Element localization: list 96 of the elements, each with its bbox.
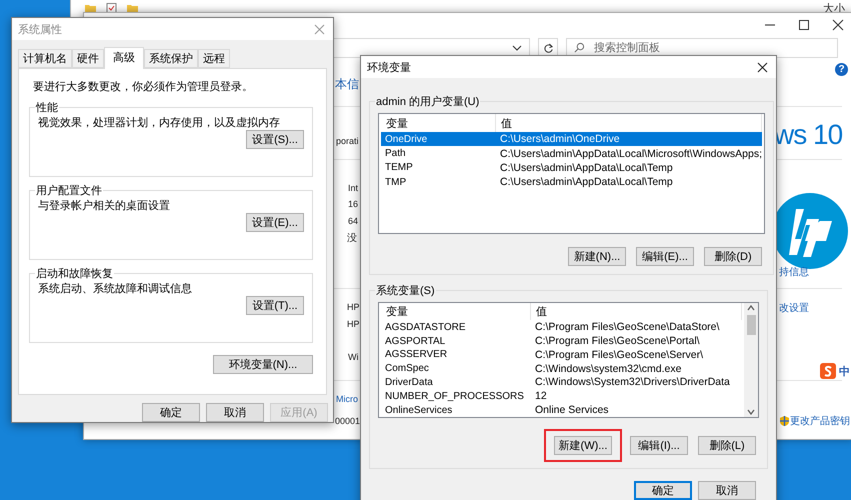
group-title: 性能 [35,101,59,115]
window-title: 系统属性 [18,22,62,36]
variable-value: C:\Windows\System32\Drivers\DriverData [534,376,731,388]
list-action-button[interactable]: 删除(D) [704,247,762,266]
variable-name: DriverData [384,376,434,388]
dialog-button[interactable]: 取消 [698,481,756,500]
list-action-button[interactable]: 编辑(I)... [630,436,688,455]
maximize-icon[interactable] [798,19,810,31]
list-action-button[interactable]: 编辑(E)... [636,247,694,266]
group-title: 系统变量(S) [375,284,436,298]
variable-row[interactable]: TMP C:\Users\admin\AppData\Local\Temp [381,175,762,190]
variable-row[interactable]: ComSpec C:\Windows\system32\cmd.exe [381,362,742,376]
scroll-thumb[interactable] [746,315,756,335]
info-text: 64 [348,216,358,226]
scroll-up-icon[interactable] [747,305,755,311]
group-title: 启动和故障恢复 [35,266,114,281]
refresh-icon [542,42,554,54]
variable-list[interactable] [378,302,759,418]
variable-name: ComSpec [384,363,430,374]
column-header[interactable]: 变量 [381,303,531,320]
notice-text: 要进行大多数更改，你必须作为管理员登录。 [33,80,254,94]
input-mode-label[interactable]: 中 [839,364,850,378]
list-action-button[interactable]: 删除(L) [698,436,756,455]
settings-button[interactable]: 设置(S)... [246,130,304,149]
link[interactable]: 更改产品密钥 [780,414,850,428]
window-title: 环境变量 [367,60,411,74]
tab[interactable]: 硬件 [72,49,104,68]
variable-row[interactable]: DriverData C:\Windows\System32\Drivers\DriverData [381,376,742,390]
variable-row[interactable]: Path C:\Users\admin\AppData\Local\Microsoft\WindowsApps; [381,146,762,161]
dialog-button[interactable]: 确定 [142,403,200,422]
settings-button[interactable]: 设置(E)... [246,213,304,232]
info-text: porati [336,136,359,146]
info-text: 没 [347,232,357,245]
search-icon [574,42,585,53]
checklist-icon[interactable] [106,3,117,14]
info-text: 00001 [335,416,360,426]
variable-value: C:\Windows\system32\cmd.exe [534,362,682,375]
variable-row[interactable]: AGSDATASTORE C:\Program Files\GeoScene\DataStore\ [381,320,742,334]
variable-row[interactable]: AGSSERVER C:\Program Files\GeoScene\Server\ [381,348,742,362]
dialog-button[interactable]: 确定 [634,481,692,500]
variable-name: NUMBER_OF_PROCESSORS [384,390,525,402]
variable-value: C:\Program Files\GeoScene\DataStore\ [534,321,720,334]
variable-name: OneDrive [384,134,428,145]
variable-value: C:\Program Files\GeoScene\Server\ [534,348,704,361]
group-description: 与登录帐户相关的桌面设置 [38,198,171,213]
info-text: Int [348,183,358,193]
help-button[interactable]: ? [835,63,848,76]
variable-name: Path [384,148,407,160]
info-text: Wi [348,352,358,362]
variable-value: C:\Users\admin\AppData\Local\Temp [499,176,674,188]
variable-value: Online Services [534,404,610,416]
variable-row[interactable]: TEMP C:\Users\admin\AppData\Local\Temp [381,160,762,176]
link[interactable]: Micro [336,394,358,404]
variable-value: C:\Users\admin\AppData\Local\Temp [499,162,674,174]
variable-value: C:\Program Files\GeoScene\Portal\ [534,335,701,347]
variable-row[interactable]: AGSPORTAL C:\Program Files\GeoScene\Portal\ [381,334,742,348]
tab[interactable]: 计算机名 [18,49,72,68]
group-description: 系统启动、系统故障和调试信息 [38,282,193,296]
settings-button[interactable]: 设置(T)... [246,296,304,315]
variable-value: 12 [534,390,548,402]
section-heading: 本信 [335,76,359,93]
variable-name: TEMP [384,162,414,174]
variable-value: C:\Users\admin\OneDrive [499,133,621,146]
dialog-button[interactable]: 取消 [206,403,264,422]
ime-toolbar[interactable]: 中 [818,362,851,380]
environment-variables-button[interactable]: 环境变量(N)... [213,355,313,374]
info-text: 16 [348,199,358,209]
group-title: 用户配置文件 [35,184,103,198]
variable-name: TMP [384,176,408,188]
link[interactable]: 持信息 [779,265,809,279]
info-text: HP [347,302,360,312]
column-header[interactable]: 值 [531,303,742,320]
group-title: admin 的用户变量(U) [375,94,480,109]
list-action-button[interactable]: 新建(N)... [568,247,626,266]
variable-value: C:\Users\admin\AppData\Local\Microsoft\WindowsApps; [499,148,762,160]
variable-list[interactable]: 变量 值 OneDrive C:\Users\admin\OneDrive Path C:\Users\admin\AppData\Local\Microsoft\WindowsApps; TEMP C:\Users\admin\AppData\Local\Temp TMP C:\Users\admin\AppData\Local\Temp [378,113,766,234]
shield-icon [780,416,789,426]
close-icon[interactable] [832,19,844,31]
ime-logo-icon[interactable] [820,363,836,379]
variable-name: AGSPORTAL [384,336,446,346]
tab[interactable]: 远程 [198,49,230,68]
tab[interactable]: 系统保护 [144,49,198,68]
info-text: HP [347,319,360,329]
variable-name: AGSDATASTORE [384,322,467,333]
scroll-down-icon[interactable] [747,409,755,415]
variable-row[interactable]: NUMBER_OF_PROCESSORS 12 [381,389,742,404]
tab[interactable]: 高级 [104,47,144,69]
variable-row[interactable]: OneDrive C:\Users\admin\OneDrive [381,132,762,146]
scroll-bar[interactable] [744,303,758,417]
variable-name: AGSSERVER [384,349,448,360]
link[interactable]: 改设置 [779,301,809,315]
close-icon[interactable] [757,62,768,72]
list-action-button[interactable]: 新建(W)... [554,436,612,455]
group-description: 视觉效果，处理器计划，内存使用，以及虚拟内存 [38,116,281,130]
variable-name: OnlineServices [384,404,454,416]
variable-row[interactable]: OnlineServices Online Services [381,403,742,417]
